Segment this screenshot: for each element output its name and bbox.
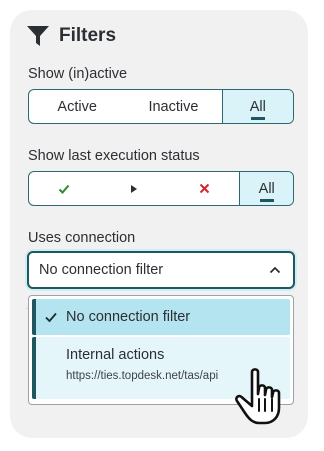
funnel-icon [27,26,49,46]
checkmark-icon [58,184,70,194]
all-status-option-active[interactable]: All [239,172,293,205]
active-filter-toggle: Active Inactive All [28,89,294,124]
status-success-option[interactable] [29,172,99,205]
cross-icon [199,183,210,194]
status-filter-toggle: All [28,171,294,206]
all-option-active[interactable]: All [221,90,293,123]
chevron-up-icon [269,266,281,274]
option-label: No connection filter [66,309,191,325]
filters-header: Filters [26,24,116,48]
play-icon [131,184,138,193]
connection-select[interactable]: No connection filter [27,251,295,289]
active-filter-label: Show (in)active [28,66,128,82]
connection-select-value: No connection filter [39,262,164,278]
option-label: Internal actions [66,347,165,363]
connection-filter-label: Uses connection [28,230,136,246]
hand-pointer-cursor-icon [235,368,281,425]
status-filter-label: Show last execution status [28,148,200,164]
dropdown-option-no-connection-filter[interactable]: No connection filter [32,299,290,335]
active-option[interactable]: Active [29,90,125,123]
status-failed-option[interactable] [169,172,239,205]
check-icon [45,312,57,323]
status-running-option[interactable] [99,172,169,205]
inactive-option[interactable]: Inactive [125,90,221,123]
panel-title: Filters [59,25,117,46]
